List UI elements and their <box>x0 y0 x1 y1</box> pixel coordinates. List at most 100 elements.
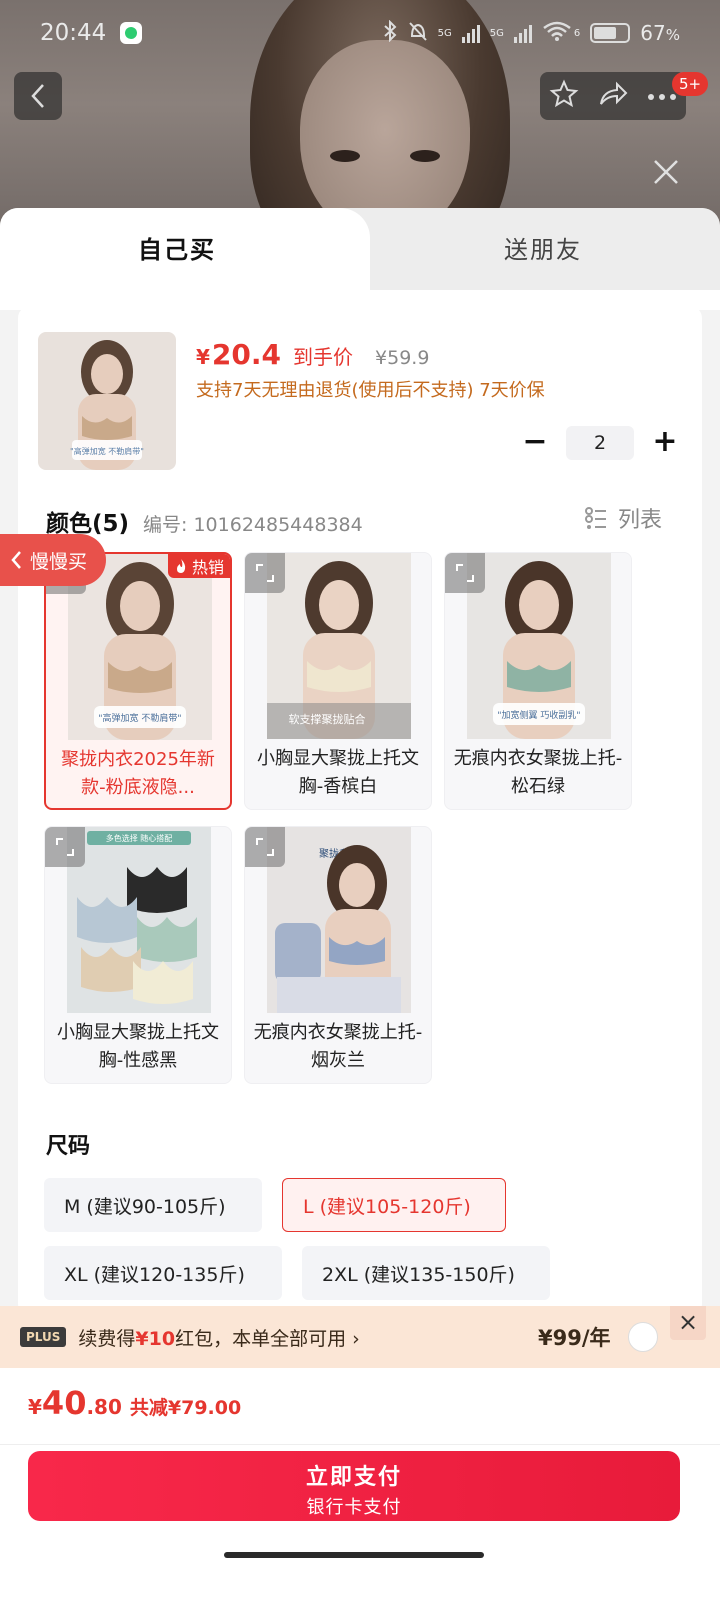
favorite-button[interactable] <box>549 79 579 113</box>
back-button[interactable] <box>14 72 62 120</box>
network-type-a: 5G <box>437 27 452 39</box>
color-option-image: 聚拢升杯 <box>267 827 411 1013</box>
color-option-label: 无痕内衣女聚拢上托-松石绿 <box>453 748 623 797</box>
status-bar: 20:44 5G 5G 6 67% <box>0 0 720 66</box>
color-option[interactable]: "高弹加宽 不勒肩带" 热销 聚拢内衣2025年新款-粉底液隐... <box>44 552 232 810</box>
total-discount: 共减¥79.00 <box>129 1397 242 1419</box>
price-currency: ¥ <box>196 345 210 369</box>
battery-percent: 67% <box>640 21 680 45</box>
pay-now-button[interactable]: 立即支付 银行卡支付 <box>28 1451 680 1521</box>
expand-icon[interactable] <box>45 827 85 867</box>
plus-close-button[interactable]: × <box>670 1306 706 1340</box>
plus-text-suffix: 红包，本单全部可用 <box>175 1327 347 1350</box>
color-option-label: 小胸显大聚拢上托文胸-性感黑 <box>57 1022 219 1071</box>
wifi-icon <box>542 20 572 47</box>
tab-self-label[interactable]: 自己买 <box>138 230 216 265</box>
chevron-right-icon: › <box>352 1327 360 1350</box>
star-icon <box>549 79 579 108</box>
hot-badge-label: 热销 <box>191 558 224 577</box>
share-button[interactable] <box>597 79 629 113</box>
bluetooth-icon <box>382 19 398 47</box>
nav-actions <box>540 72 686 120</box>
size-title: 尺码 <box>46 1134 91 1159</box>
option-caption: "加宽侧翼 巧收副乳" <box>497 709 580 721</box>
return-policy: 支持7天无理由退货(使用后不支持) 7天价保 <box>196 380 545 401</box>
signal-icon-b <box>513 23 532 43</box>
slow-buy-tab[interactable]: 慢慢买 <box>0 534 106 586</box>
original-price: ¥59.9 <box>375 347 430 369</box>
total-price-line: ¥ 40 .80 共减¥79.00 <box>28 1384 241 1422</box>
size-option[interactable]: XL (建议120-135斤) <box>44 1246 282 1300</box>
purchase-sheet: 自己买 送朋友 "高弹加宽 不勒肩带" ¥ 20.4 到手价 ¥59.9 支持7… <box>0 208 720 1600</box>
close-icon <box>654 160 678 184</box>
thumb-caption: "高弹加宽 不勒肩带" <box>70 446 144 456</box>
total-currency: ¥ <box>28 1395 42 1419</box>
color-option-label: 无痕内衣女聚拢上托-烟灰兰 <box>253 1022 423 1071</box>
increase-quantity-button[interactable]: + <box>648 426 682 460</box>
plus-select-radio[interactable] <box>628 1322 658 1352</box>
pay-now-label: 立即支付 <box>305 1465 402 1490</box>
color-option-image: "加宽侧翼 巧收副乳" <box>467 553 611 739</box>
plus-price: ¥99/年 <box>538 1326 611 1350</box>
color-option[interactable]: "加宽侧翼 巧收副乳" 无痕内衣女聚拢上托-松石绿 <box>444 552 632 810</box>
model-eye-right <box>410 150 440 162</box>
quantity-input[interactable]: 2 <box>566 426 634 460</box>
color-option[interactable]: 多色选择 随心搭配 小胸显大聚拢上托文胸-性感黑 <box>44 826 232 1084</box>
more-icon <box>648 93 676 100</box>
price-line: ¥ 20.4 到手价 ¥59.9 <box>196 338 429 371</box>
list-view-toggle[interactable]: 列表 <box>584 502 662 534</box>
size-option[interactable]: L (建议105-120斤) <box>282 1178 506 1232</box>
option-caption: 多色选择 随心搭配 <box>106 833 173 843</box>
share-icon <box>600 81 628 105</box>
expand-icon[interactable] <box>445 553 485 593</box>
plus-logo: PLUS <box>20 1327 67 1347</box>
list-toggle-label: 列表 <box>618 508 663 533</box>
plus-text-amount: ¥10 <box>135 1327 176 1350</box>
pay-method-label: 银行卡支付 <box>306 1497 402 1518</box>
price-tag: 到手价 <box>293 345 354 369</box>
size-option[interactable]: M (建议90-105斤) <box>44 1178 262 1232</box>
option-caption: "高弹加宽 不勒肩带" <box>98 712 181 724</box>
expand-icon[interactable] <box>245 827 285 867</box>
color-option-label: 小胸显大聚拢上托文胸-香槟白 <box>257 748 419 797</box>
plus-text-prefix: 续费得 <box>78 1327 136 1350</box>
size-option-label: XL (建议120-135斤) <box>64 1263 245 1286</box>
chevron-left-icon <box>31 84 44 108</box>
color-title: 颜色(5) <box>46 511 130 537</box>
status-indicators: 5G 5G 6 67% <box>382 19 680 47</box>
model-eye-left <box>330 150 360 162</box>
size-option[interactable]: 2XL (建议135-150斤) <box>302 1246 550 1300</box>
plus-membership-bar[interactable]: PLUS 续费得¥10红包，本单全部可用 › ¥99/年 × <box>0 1306 720 1368</box>
option-caption: 软支撑聚拢贴合 <box>289 712 366 726</box>
message-badge: 5+ <box>672 72 709 96</box>
size-option-label: L (建议105-120斤) <box>303 1195 471 1218</box>
product-code: 编号: 10162485448384 <box>143 514 363 536</box>
total-decimal: .80 <box>86 1395 122 1419</box>
color-option[interactable]: 聚拢升杯 无痕内衣女聚拢上托-烟灰兰 <box>244 826 432 1084</box>
pay-area: 立即支付 银行卡支付 <box>0 1444 720 1600</box>
tab-friend-label[interactable]: 送朋友 <box>504 230 582 265</box>
close-sheet-button[interactable] <box>650 158 682 190</box>
battery-icon <box>590 23 631 43</box>
hot-sale-badge: 热销 <box>167 554 230 578</box>
color-option[interactable]: 软支撑聚拢贴合 小胸显大聚拢上托文胸-香槟白 <box>244 552 432 810</box>
order-total: ¥ 40 .80 共减¥79.00 <box>0 1368 720 1444</box>
expand-icon[interactable] <box>245 553 285 593</box>
size-option-label: M (建议90-105斤) <box>64 1195 226 1218</box>
battery-value: 67 <box>640 21 666 45</box>
size-option-label: 2XL (建议135-150斤) <box>322 1263 515 1286</box>
battery-unit: % <box>665 26 680 44</box>
status-time: 20:44 <box>40 20 107 46</box>
color-option-image: 多色选择 随心搭配 <box>67 827 211 1013</box>
product-thumbnail[interactable]: "高弹加宽 不勒肩带" <box>38 332 176 470</box>
tab-bar: 自己买 送朋友 <box>0 208 720 290</box>
color-option-image: 软支撑聚拢贴合 <box>267 553 411 739</box>
chevron-left-icon <box>11 551 21 569</box>
wifi-version: 6 <box>573 27 581 39</box>
quantity-stepper: − 2 + <box>518 426 682 460</box>
decrease-quantity-button[interactable]: − <box>518 426 552 460</box>
signal-icon-a <box>461 23 480 43</box>
home-indicator[interactable] <box>224 1552 484 1558</box>
mute-icon <box>408 20 428 47</box>
network-type-b: 5G <box>489 27 504 39</box>
